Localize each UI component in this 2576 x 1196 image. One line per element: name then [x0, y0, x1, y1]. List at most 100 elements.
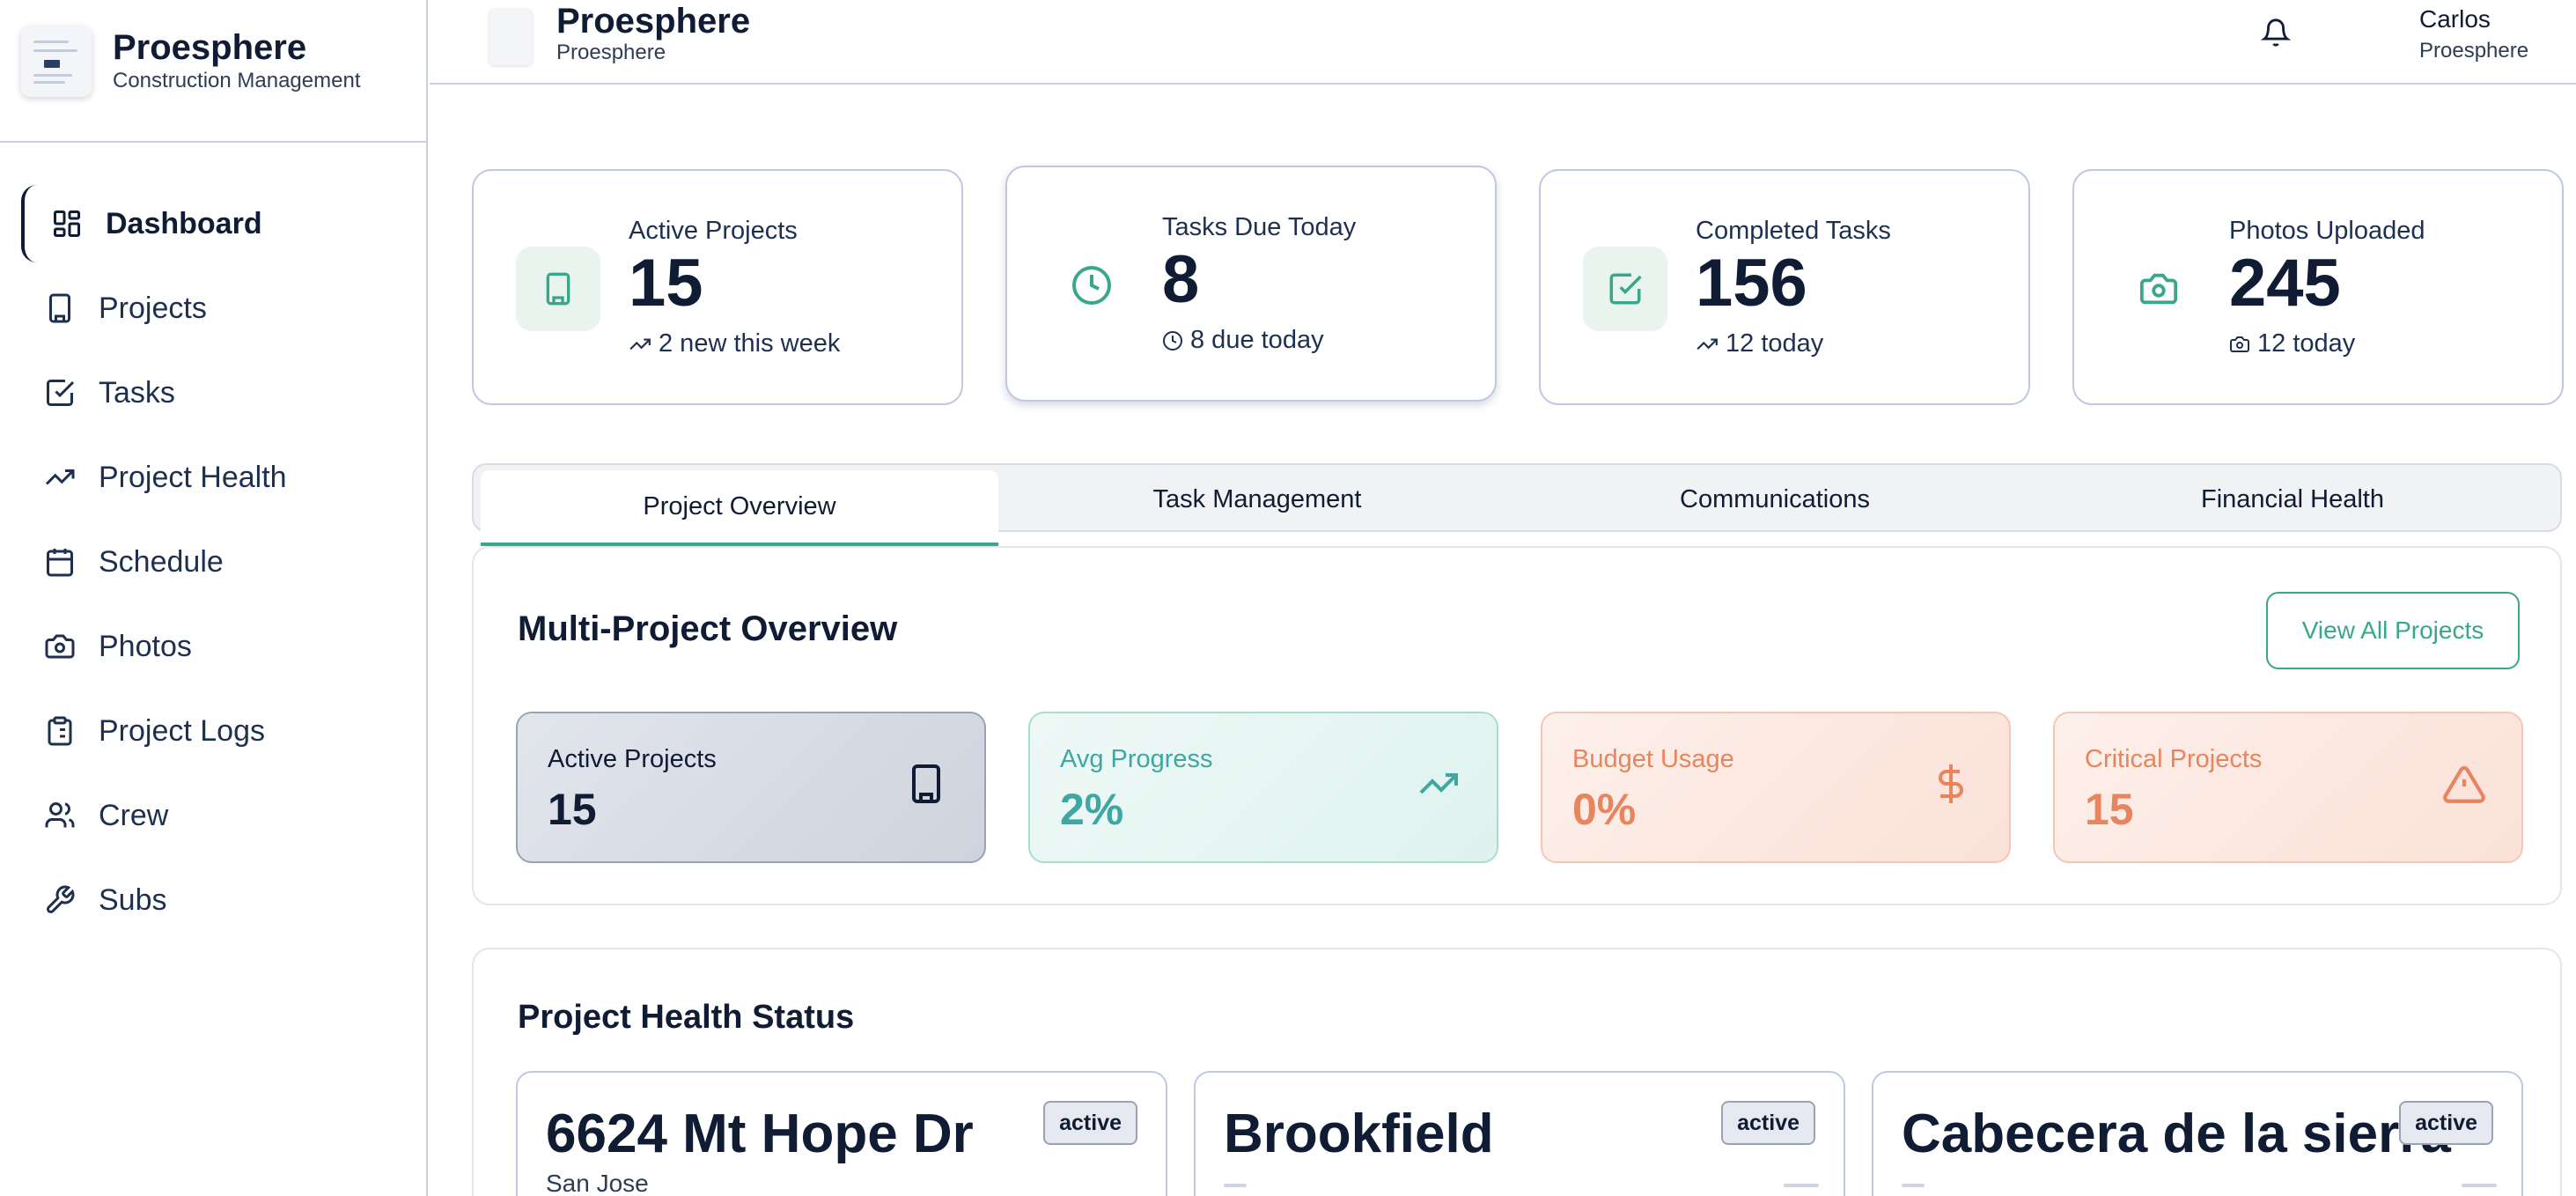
project-city: San Jose — [546, 1170, 649, 1196]
stat-label: Photos Uploaded — [2229, 217, 2425, 245]
stat-card-photos-uploaded[interactable]: Photos Uploaded 245 12 today — [2072, 169, 2564, 405]
page-title: Proesphere — [556, 2, 751, 41]
stat-sub-text: 8 due today — [1190, 326, 1324, 354]
sidebar-item-label: Schedule — [99, 544, 224, 579]
stat-sub: 2 new this week — [629, 329, 840, 358]
overview-card-label: Avg Progress — [1060, 745, 1213, 773]
overview-card-label: Budget Usage — [1572, 745, 1734, 773]
sidebar-item-tasks[interactable]: Tasks — [0, 351, 428, 435]
building-icon — [516, 247, 600, 331]
bell-icon[interactable] — [2260, 18, 2296, 53]
trending-up-icon — [629, 338, 651, 350]
project-card[interactable]: Brookfield active — [1194, 1071, 1845, 1196]
sidebar-item-label: Tasks — [99, 375, 175, 410]
page-subtitle: Proesphere — [556, 41, 666, 64]
status-badge: active — [1721, 1101, 1815, 1145]
sidebar-item-photos[interactable]: Photos — [0, 604, 428, 689]
top-header: Proesphere Proesphere Carlos Proesphere — [430, 0, 2576, 85]
multi-project-overview: Multi-Project Overview View All Projects… — [472, 546, 2562, 905]
building-icon — [905, 763, 951, 808]
camera-icon — [2230, 336, 2249, 352]
check-square-icon — [1583, 247, 1667, 331]
stat-sub-text: 12 today — [1726, 329, 1824, 358]
clipboard-icon — [42, 713, 77, 749]
status-badge: active — [2399, 1101, 2493, 1145]
trending-up-icon — [42, 460, 77, 495]
calendar-icon — [42, 544, 77, 580]
sidebar-item-label: Dashboard — [106, 206, 262, 240]
check-square-icon — [42, 375, 77, 410]
section-title: Project Health Status — [518, 999, 855, 1036]
stat-card-completed-tasks[interactable]: Completed Tasks 156 12 today — [1539, 169, 2030, 405]
sidebar-item-label: Project Health — [99, 460, 287, 494]
brand-subtitle: Construction Management — [113, 69, 361, 92]
user-name[interactable]: Carlos — [2419, 5, 2491, 33]
sidebar-item-label: Project Logs — [99, 713, 265, 748]
stat-card-tasks-due[interactable]: Tasks Due Today 8 8 due today — [1005, 166, 1497, 402]
overview-card-value: 0% — [1572, 785, 1637, 834]
project-card[interactable]: Cabecera de la sierra active — [1872, 1071, 2523, 1196]
tab-bar: Project Overview Task Management Communi… — [472, 463, 2562, 546]
dashboard-icon — [49, 206, 85, 241]
camera-icon — [2116, 247, 2201, 331]
brand-name: Proesphere — [113, 28, 307, 67]
brand: Proesphere Construction Management — [0, 0, 428, 143]
stat-value: 8 — [1162, 242, 1200, 317]
overview-card-label: Critical Projects — [2085, 745, 2263, 773]
header-logo — [489, 9, 532, 65]
trending-up-icon — [1696, 338, 1718, 350]
stat-value: 156 — [1696, 246, 1807, 321]
view-all-projects-button[interactable]: View All Projects — [2266, 592, 2520, 669]
alert-triangle-icon — [2442, 763, 2488, 808]
sidebar-item-project-health[interactable]: Project Health — [0, 435, 428, 520]
sidebar-item-label: Projects — [99, 291, 207, 325]
camera-icon — [42, 629, 77, 664]
sidebar-item-project-logs[interactable]: Project Logs — [0, 689, 428, 773]
stat-sub-text: 12 today — [2257, 329, 2356, 358]
dollar-icon — [1930, 763, 1976, 808]
tab-project-overview[interactable]: Project Overview — [481, 470, 998, 546]
trending-up-icon — [1417, 763, 1463, 808]
user-org: Proesphere — [2419, 39, 2529, 63]
tab-financial-health[interactable]: Financial Health — [2034, 470, 2551, 528]
stat-card-active-projects[interactable]: Active Projects 15 2 new this week — [472, 169, 963, 405]
clock-icon — [1163, 330, 1182, 351]
wrench-icon — [42, 882, 77, 918]
sidebar-item-schedule[interactable]: Schedule — [0, 520, 428, 604]
tab-communications[interactable]: Communications — [1516, 470, 2034, 528]
building-icon — [42, 291, 77, 326]
project-health-status: Project Health Status 6624 Mt Hope Dr Sa… — [472, 948, 2562, 1196]
stat-label: Completed Tasks — [1696, 217, 1891, 245]
status-badge: active — [1043, 1101, 1137, 1145]
sidebar-item-label: Photos — [99, 629, 192, 663]
users-icon — [42, 798, 77, 833]
project-card[interactable]: 6624 Mt Hope Dr San Jose active — [516, 1071, 1167, 1196]
overview-card-avg-progress[interactable]: Avg Progress 2% — [1028, 712, 1498, 863]
sidebar-item-label: Subs — [99, 882, 167, 917]
cut-off-row — [1902, 1184, 2497, 1192]
overview-card-value: 2% — [1060, 785, 1124, 834]
stat-label: Tasks Due Today — [1162, 213, 1357, 241]
sidebar-item-label: Crew — [99, 798, 169, 832]
stat-value: 245 — [2229, 246, 2341, 321]
project-name: Cabecera de la sierra — [1902, 1104, 2451, 1164]
overview-card-label: Active Projects — [548, 745, 717, 773]
stat-value: 15 — [629, 246, 703, 321]
overview-card-value: 15 — [548, 785, 597, 834]
clock-icon — [1049, 243, 1134, 328]
tab-task-management[interactable]: Task Management — [998, 470, 1516, 528]
project-name: 6624 Mt Hope Dr — [546, 1104, 974, 1164]
sidebar-item-projects[interactable]: Projects — [0, 266, 428, 351]
overview-card-active-projects[interactable]: Active Projects 15 — [516, 712, 986, 863]
overview-card-budget-usage[interactable]: Budget Usage 0% — [1541, 712, 2011, 863]
sidebar-item-dashboard[interactable]: Dashboard — [0, 181, 428, 266]
cut-off-row — [1224, 1184, 1819, 1192]
overview-card-value: 15 — [2085, 785, 2134, 834]
sidebar-item-subs[interactable]: Subs — [0, 858, 428, 942]
project-name: Brookfield — [1224, 1104, 1494, 1164]
active-indicator — [21, 185, 37, 262]
sidebar-item-crew[interactable]: Crew — [0, 773, 428, 858]
stat-sub: 12 today — [2229, 329, 2355, 358]
brand-logo[interactable] — [21, 26, 92, 97]
overview-card-critical-projects[interactable]: Critical Projects 15 — [2053, 712, 2523, 863]
